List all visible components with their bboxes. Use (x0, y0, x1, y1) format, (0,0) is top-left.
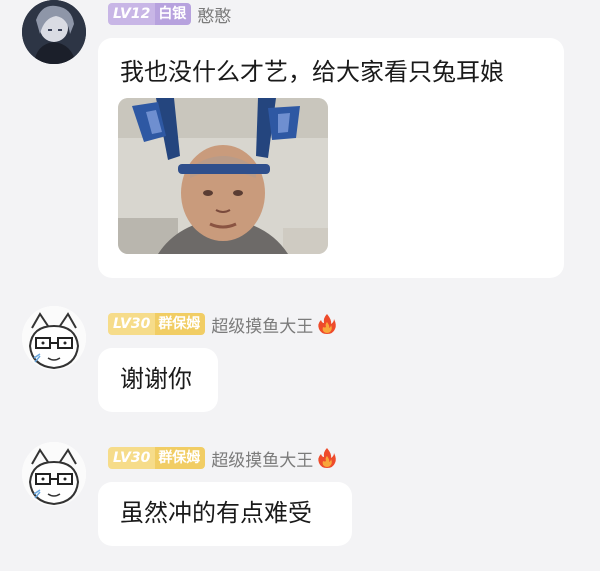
level-badge: LV30 群保姆 (108, 313, 206, 335)
message-photo[interactable] (118, 98, 328, 254)
sender-nickname[interactable]: 憨憨 (197, 2, 231, 27)
level-number: LV12 (108, 3, 156, 25)
fire-icon (318, 314, 337, 334)
message-header: LV12 白银 憨憨 (108, 2, 231, 27)
chat-message: LV30 群保姆 超级摸鱼大王 虽然冲的有点难受 (0, 442, 600, 562)
group-title: 群保姆 (155, 313, 206, 335)
message-text: 我也没什么才艺，给大家看只兔耳娘 (120, 58, 504, 86)
cat-glasses-avatar-icon (22, 442, 86, 506)
message-bubble[interactable]: 虽然冲的有点难受 (98, 482, 352, 546)
avatar[interactable] (22, 0, 86, 64)
level-badge: LV12 白银 (108, 3, 192, 25)
message-bubble[interactable]: 我也没什么才艺，给大家看只兔耳娘 (98, 38, 564, 278)
sender-nickname[interactable]: 超级摸鱼大王 (211, 446, 313, 471)
avatar[interactable] (22, 442, 86, 506)
message-header: LV30 群保姆 超级摸鱼大王 (108, 446, 337, 471)
group-title: 群保姆 (155, 447, 206, 469)
message-bubble[interactable]: 谢谢你 (98, 348, 218, 412)
anime-avatar-icon (22, 0, 86, 64)
message-header: LV30 群保姆 超级摸鱼大王 (108, 312, 337, 337)
chat-message: LV12 白银 憨憨 我也没什么才艺，给大家看只兔耳娘 (0, 0, 600, 290)
avatar[interactable] (22, 306, 86, 370)
message-text: 谢谢你 (120, 365, 192, 393)
fire-icon (318, 448, 337, 468)
level-number: LV30 (108, 313, 156, 335)
message-text: 虽然冲的有点难受 (120, 499, 312, 527)
chat-message: LV30 群保姆 超级摸鱼大王 谢谢你 (0, 306, 600, 426)
level-badge: LV30 群保姆 (108, 447, 206, 469)
level-number: LV30 (108, 447, 156, 469)
photo-bunny-ears-man-icon (118, 98, 328, 254)
sender-nickname[interactable]: 超级摸鱼大王 (211, 312, 313, 337)
group-title: 白银 (155, 3, 192, 25)
cat-glasses-avatar-icon (22, 306, 86, 370)
